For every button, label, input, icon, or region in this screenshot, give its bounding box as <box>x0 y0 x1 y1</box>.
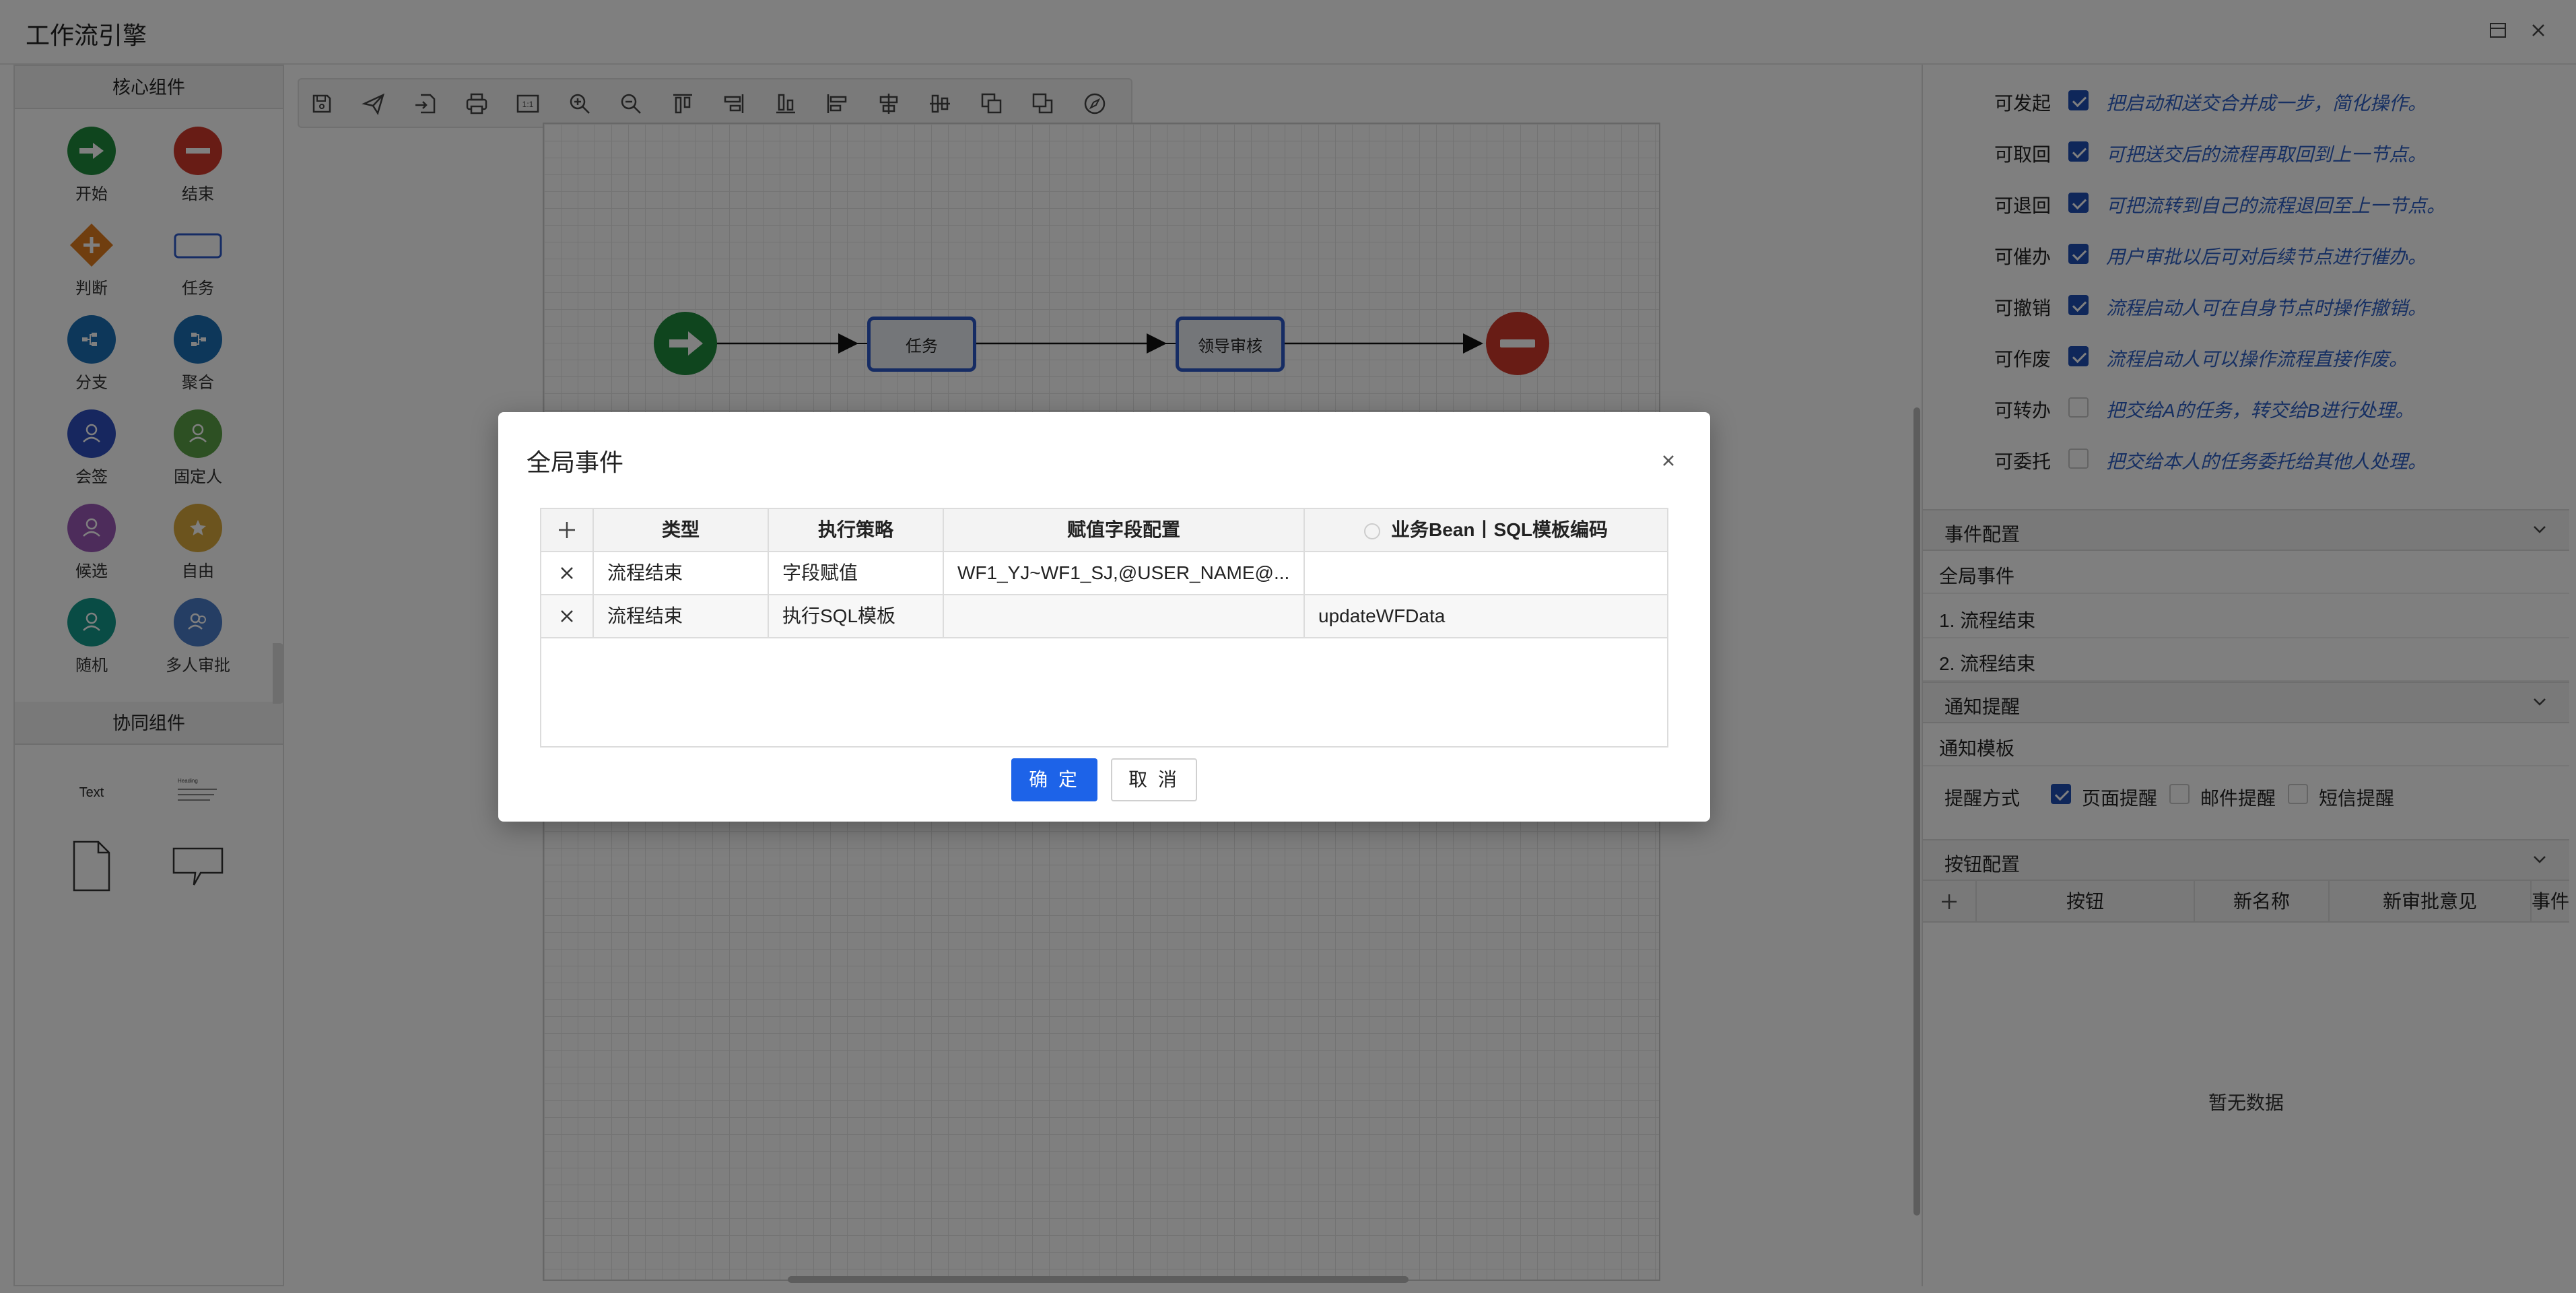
col-bean-sql-label: 业务Bean丨SQL模板编码 <box>1390 519 1608 540</box>
col-bean-sql: 业务Bean丨SQL模板编码 <box>1305 509 1667 551</box>
cell-type[interactable]: 流程结束 <box>594 552 769 594</box>
col-assign-config: 赋值字段配置 <box>944 509 1305 551</box>
cell-assign[interactable] <box>944 595 1305 637</box>
cell-bean[interactable] <box>1305 552 1667 594</box>
event-row[interactable]: 流程结束 字段赋值 WF1_YJ~WF1_SJ,@USER_NAME@... <box>541 552 1667 595</box>
col-strategy: 执行策略 <box>769 509 944 551</box>
cell-type[interactable]: 流程结束 <box>594 595 769 637</box>
cell-assign[interactable]: WF1_YJ~WF1_SJ,@USER_NAME@... <box>944 552 1305 594</box>
event-table-header: 类型 执行策略 赋值字段配置 业务Bean丨SQL模板编码 <box>541 509 1667 552</box>
add-row-icon[interactable] <box>541 509 594 551</box>
event-table: 类型 执行策略 赋值字段配置 业务Bean丨SQL模板编码 流程结束 字段赋值 … <box>540 508 1668 748</box>
delete-row-icon[interactable] <box>541 595 594 637</box>
close-icon[interactable] <box>1659 451 1678 470</box>
cell-strategy[interactable]: 执行SQL模板 <box>769 595 944 637</box>
info-icon <box>1363 523 1380 539</box>
delete-row-icon[interactable] <box>541 552 594 594</box>
cell-strategy[interactable]: 字段赋值 <box>769 552 944 594</box>
confirm-button[interactable]: 确 定 <box>1011 758 1097 801</box>
col-type: 类型 <box>594 509 769 551</box>
event-row[interactable]: 流程结束 执行SQL模板 updateWFData <box>541 595 1667 638</box>
cancel-button[interactable]: 取 消 <box>1111 758 1197 801</box>
modal-title: 全局事件 <box>527 449 624 476</box>
cell-bean[interactable]: updateWFData <box>1305 595 1667 637</box>
workflow-app: 工作流引擎 核心组件 开始结束判断任务分支聚合会签固定人候选自由随机多人审批 协… <box>0 0 2576 1293</box>
global-event-modal: 全局事件 类型 执行策略 赋值字段配置 业务Bean丨SQL模板编码 流程结束 <box>498 412 1710 822</box>
